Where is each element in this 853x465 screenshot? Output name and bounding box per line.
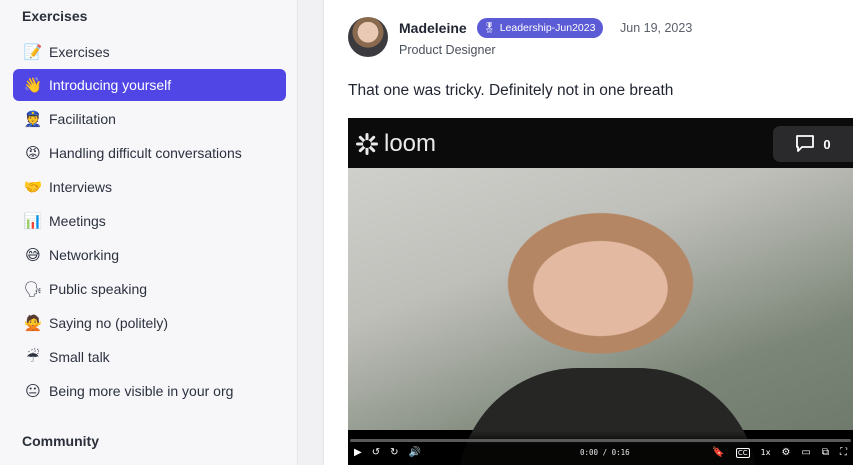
sidebar-item-label: Small talk <box>49 349 110 365</box>
sidebar-item-label: Exercises <box>49 44 110 60</box>
fullscreen-icon[interactable]: ⛶ <box>840 447 847 458</box>
author-name[interactable]: Madeleine <box>399 20 467 36</box>
speaking-head-icon: 🗣 <box>23 280 43 298</box>
sidebar-top-nav: 📝 Exercises <box>13 36 286 70</box>
volume-icon[interactable]: 🔊 <box>408 447 420 458</box>
forward-icon[interactable]: ↻ <box>390 447 398 458</box>
neutral-face-icon: 😐 <box>25 382 41 400</box>
video-frame[interactable] <box>348 168 853 465</box>
speed-icon[interactable]: 1x <box>761 448 771 457</box>
sidebar-item-being-visible[interactable]: 😐 Being more visible in your org <box>13 375 286 407</box>
theater-icon[interactable]: ▭ <box>801 447 810 458</box>
sidebar-nav: 👋 Introducing yourself 👮 Facilitation 😡 … <box>13 69 286 409</box>
post-card: Madeleine 🎖 Leadership-Jun2023 Jun 19, 2… <box>324 0 853 465</box>
time-display: 0:00 / 0:16 <box>580 448 630 457</box>
settings-icon[interactable]: ⚙ <box>781 447 790 458</box>
police-officer-icon: 👮 <box>23 110 43 128</box>
sidebar-item-label: Introducing yourself <box>49 77 172 93</box>
captions-icon[interactable]: CC <box>735 447 750 458</box>
sidebar-item-label: Facilitation <box>49 111 116 127</box>
author-role: Product Designer <box>399 43 496 57</box>
sidebar: Exercises 📝 Exercises 👋 Introducing your… <box>0 0 298 465</box>
sidebar-item-label: Networking <box>49 247 120 263</box>
comment-icon <box>795 134 815 155</box>
sidebar-item-networking[interactable]: 😅 Networking <box>13 239 286 271</box>
sidebar-item-label: Interviews <box>49 179 113 195</box>
exercises-heading: Exercises <box>22 8 88 24</box>
sidebar-item-public-speaking[interactable]: 🗣 Public speaking <box>13 273 286 305</box>
avatar[interactable] <box>348 17 388 57</box>
controls-left: ▶ ↺ ↻ 🔊 <box>354 447 421 458</box>
bar-chart-icon: 📊 <box>23 212 43 230</box>
cohort-badge[interactable]: 🎖 Leadership-Jun2023 <box>477 18 604 38</box>
memo-icon: 📝 <box>23 43 43 61</box>
sidebar-item-label: Handling difficult conversations <box>49 145 242 161</box>
controls-right: 🔖 CC 1x ⚙ ▭ ⧉ ⛶ <box>712 447 847 458</box>
angry-face-icon: 😡 <box>25 144 41 162</box>
video-header: loom 0 <box>348 118 853 168</box>
sidebar-item-label: Saying no (politely) <box>49 315 169 331</box>
sidebar-item-small-talk[interactable]: ☔ Small talk <box>13 341 286 373</box>
sidebar-item-meetings[interactable]: 📊 Meetings <box>13 205 286 237</box>
sidebar-item-label: Public speaking <box>49 281 148 297</box>
sidebar-item-difficult-conversations[interactable]: 😡 Handling difficult conversations <box>13 137 286 169</box>
sidebar-item-exercises[interactable]: 📝 Exercises <box>13 36 286 68</box>
person-gesturing-no-icon: 🙅 <box>23 314 43 332</box>
handshake-icon: 🤝 <box>23 178 43 196</box>
divider-gutter <box>298 0 324 465</box>
grinning-sweat-icon: 😅 <box>25 246 41 264</box>
loom-mark-icon <box>356 133 378 155</box>
rewind-icon[interactable]: ↺ <box>372 447 380 458</box>
sidebar-item-interviews[interactable]: 🤝 Interviews <box>13 171 286 203</box>
comment-count: 0 <box>823 136 831 152</box>
post-date: Jun 19, 2023 <box>620 21 693 35</box>
sidebar-item-label: Meetings <box>49 213 106 229</box>
waving-hand-icon: 👋 <box>23 76 43 94</box>
medal-icon: 🎖 <box>483 22 496 34</box>
badge-label: Leadership-Jun2023 <box>499 22 596 34</box>
sidebar-item-label: Being more visible in your org <box>49 383 234 399</box>
loom-wordmark: loom <box>384 130 437 157</box>
community-heading: Community <box>22 433 99 449</box>
sidebar-item-introducing-yourself[interactable]: 👋 Introducing yourself <box>13 69 286 101</box>
comments-button[interactable]: 0 <box>773 126 853 162</box>
progress-bar[interactable] <box>350 439 851 442</box>
loom-logo[interactable]: loom <box>356 130 436 158</box>
umbrella-icon: ☔ <box>26 348 40 366</box>
bookmark-icon[interactable]: 🔖 <box>712 447 724 458</box>
sidebar-item-saying-no[interactable]: 🙅 Saying no (politely) <box>13 307 286 339</box>
sidebar-item-facilitation[interactable]: 👮 Facilitation <box>13 103 286 135</box>
pip-icon[interactable]: ⧉ <box>822 447 829 458</box>
play-icon[interactable]: ▶ <box>354 447 362 458</box>
post-text: That one was tricky. Definitely not in o… <box>348 82 674 99</box>
video-player[interactable]: loom 0 ▶ ↺ ↻ 🔊 0:00 / 0:16 🔖 CC 1x ⚙ ▭ ⧉… <box>348 118 853 465</box>
video-controls: ▶ ↺ ↻ 🔊 0:00 / 0:16 🔖 CC 1x ⚙ ▭ ⧉ ⛶ <box>348 431 853 465</box>
